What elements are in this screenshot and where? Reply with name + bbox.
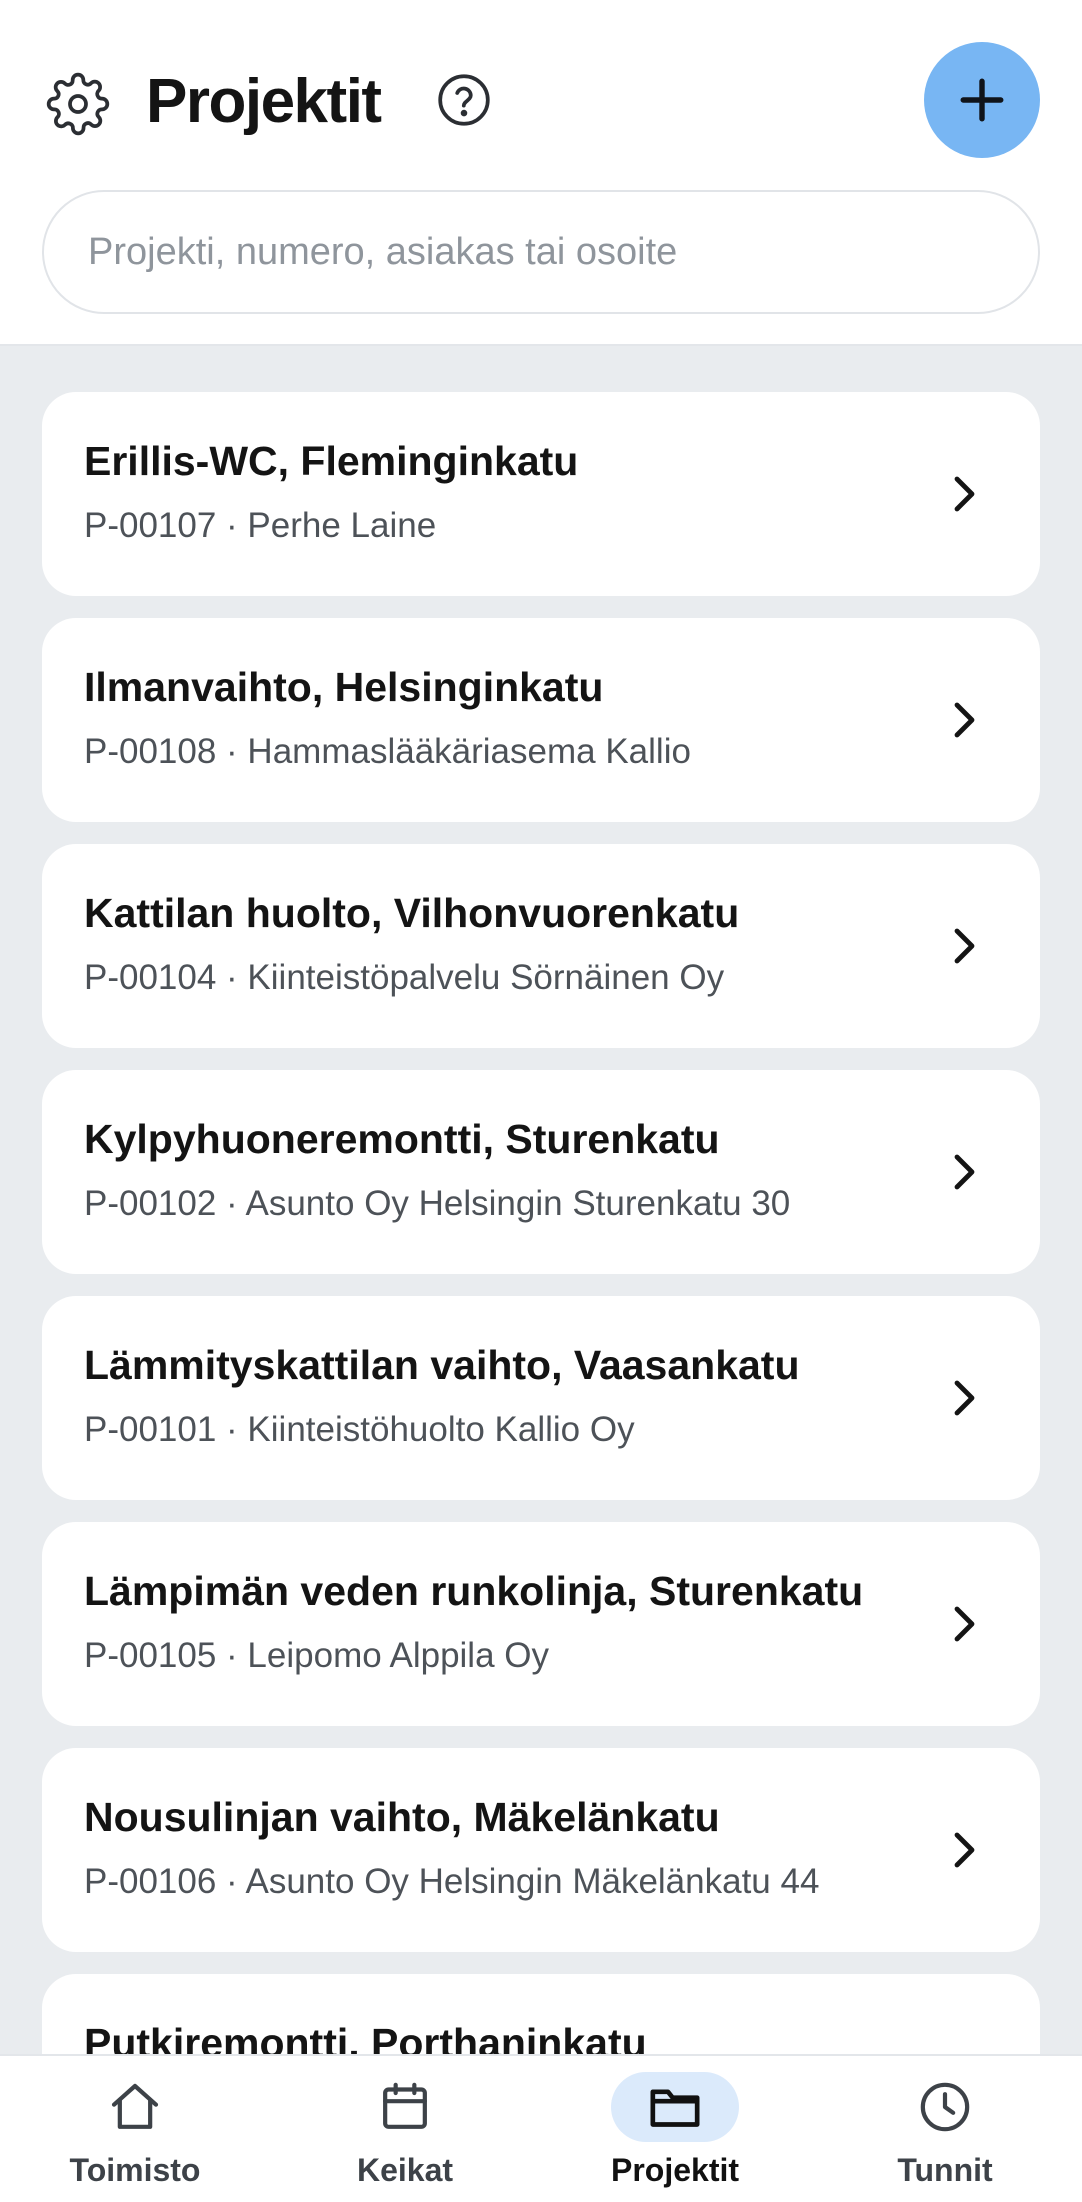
project-card[interactable]: Lämmityskattilan vaihto, Vaasankatu P-00… bbox=[42, 1296, 1040, 1500]
add-project-button[interactable] bbox=[924, 42, 1040, 158]
gear-icon[interactable] bbox=[46, 72, 110, 136]
project-card[interactable]: Erillis-WC, Fleminginkatu P-00107 · Perh… bbox=[42, 392, 1040, 596]
project-subtitle: P-00105 · Leipomo Alppila Oy bbox=[84, 1636, 549, 1675]
project-title: Erillis-WC, Fleminginkatu bbox=[84, 438, 579, 484]
chevron-right-icon bbox=[954, 928, 975, 964]
tab-label: Toimisto bbox=[69, 2152, 201, 2188]
project-subtitle: P-00106 · Asunto Oy Helsingin Mäkelänkat… bbox=[84, 1862, 820, 1901]
header: Projektit bbox=[0, 0, 1082, 346]
project-card[interactable]: Lämpimän veden runkolinja, Sturenkatu P-… bbox=[42, 1522, 1040, 1726]
project-subtitle: P-00102 · Asunto Oy Helsingin Sturenkatu… bbox=[84, 1184, 791, 1223]
tab-label: Keikat bbox=[356, 2152, 454, 2188]
project-title: Ilmanvaihto, Helsinginkatu bbox=[84, 664, 604, 710]
chevron-right-icon bbox=[954, 1832, 975, 1868]
project-subtitle: P-00108 · Hammaslääkäriasema Kallio bbox=[84, 732, 691, 771]
project-card[interactable]: Nousulinjan vaihto, Mäkelänkatu P-00106 … bbox=[42, 1748, 1040, 1952]
tab-label: Tunnit bbox=[897, 2152, 993, 2188]
project-subtitle: P-00104 · Kiinteistöpalvelu Sörnäinen Oy bbox=[84, 958, 725, 997]
chevron-right-icon bbox=[954, 1154, 975, 1190]
bottom-tab-bar: Toimisto Keikat Projektit Tunnit bbox=[0, 2054, 1082, 2202]
help-icon[interactable] bbox=[436, 72, 492, 128]
project-title: Nousulinjan vaihto, Mäkelänkatu bbox=[84, 1794, 720, 1840]
search-input[interactable] bbox=[42, 190, 1040, 314]
project-card[interactable]: Ilmanvaihto, Helsinginkatu P-00108 · Ham… bbox=[42, 618, 1040, 822]
clock-icon bbox=[920, 2082, 970, 2132]
tab-projektit[interactable]: Projektit bbox=[540, 2056, 810, 2202]
project-title: Lämmityskattilan vaihto, Vaasankatu bbox=[84, 1342, 800, 1388]
tab-tunnit[interactable]: Tunnit bbox=[810, 2056, 1080, 2202]
project-title: Kattilan huolto, Vilhonvuorenkatu bbox=[84, 890, 740, 936]
calendar-icon bbox=[383, 2082, 427, 2129]
chevron-right-icon bbox=[954, 1380, 975, 1416]
folder-icon bbox=[650, 2089, 700, 2127]
project-subtitle: P-00107 · Perhe Laine bbox=[84, 506, 437, 545]
project-list: Erillis-WC, Fleminginkatu P-00107 · Perh… bbox=[42, 392, 1040, 2200]
project-title: Lämpimän veden runkolinja, Sturenkatu bbox=[84, 1568, 864, 1614]
page-title: Projektit bbox=[146, 67, 382, 136]
home-icon bbox=[111, 2083, 159, 2129]
project-card[interactable]: Kattilan huolto, Vilhonvuorenkatu P-0010… bbox=[42, 844, 1040, 1048]
tab-keikat[interactable]: Keikat bbox=[270, 2056, 540, 2202]
tab-toimisto[interactable]: Toimisto bbox=[0, 2056, 270, 2202]
chevron-right-icon bbox=[954, 476, 975, 512]
tab-label: Projektit bbox=[610, 2152, 740, 2188]
plus-icon bbox=[960, 78, 1004, 122]
chevron-right-icon bbox=[954, 702, 975, 738]
chevron-right-icon bbox=[954, 1606, 975, 1642]
project-card[interactable]: Kylpyhuoneremontti, Sturenkatu P-00102 ·… bbox=[42, 1070, 1040, 1274]
project-title: Kylpyhuoneremontti, Sturenkatu bbox=[84, 1116, 720, 1162]
project-subtitle: P-00101 · Kiinteistöhuolto Kallio Oy bbox=[84, 1410, 635, 1449]
